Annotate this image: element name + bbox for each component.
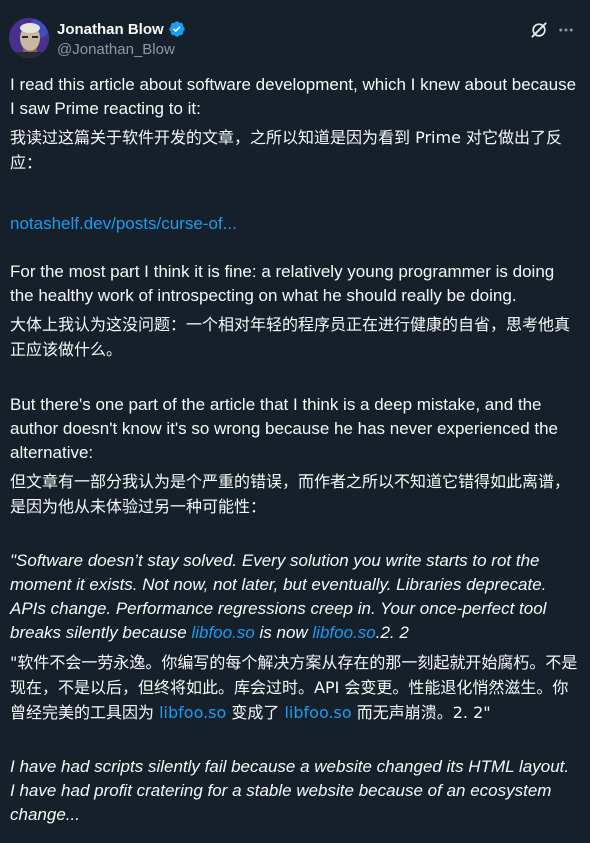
grok-icon[interactable] (529, 20, 549, 40)
quote-text: 变成了 (226, 703, 285, 722)
libfoo-link[interactable]: libfoo.so (191, 623, 254, 642)
post-paragraph-chinese: 我读过这篇关于软件开发的文章，之所以知道是因为看到 Prime 对它做出了反应： (10, 128, 562, 172)
avatar-image (9, 18, 49, 58)
post-paragraph-english: I have had scripts silently fail because… (10, 757, 570, 776)
article-link[interactable]: notashelf.dev/posts/curse-of... (10, 214, 237, 233)
article-link-row: notashelf.dev/posts/curse-of... (10, 212, 582, 236)
author-name-row: Jonathan Blow (57, 20, 186, 38)
post-paragraph-chinese: 大体上我认为这没问题：一个相对年轻的程序员正在进行健康的自省，思考他真正应该做什… (10, 315, 571, 359)
more-options-icon[interactable] (557, 20, 575, 40)
quote-text: .2. 2 (375, 623, 409, 642)
post-paragraph-chinese: 但文章有一部分我认为是个严重的错误，而作者之所以不知道它错得如此离谱，是因为他从… (10, 472, 571, 516)
libfoo-link[interactable]: libfoo.so (284, 703, 351, 722)
post-header: Jonathan Blow @Jonathan_Blow (0, 0, 590, 68)
quote-text: 而无声崩溃。2. 2" (351, 703, 491, 722)
post-paragraph-english: I have had profit cratering for a stable… (10, 781, 552, 824)
libfoo-link[interactable]: libfoo.so (159, 703, 226, 722)
quoted-text-english: "Software doesn’t stay solved. Every sol… (10, 549, 582, 645)
verified-badge-icon[interactable] (168, 20, 186, 38)
quote-text: is now (254, 623, 313, 642)
post-body: I read this article about software devel… (10, 73, 582, 827)
quoted-text-chinese: "软件不会一劳永逸。你编写的每个解决方案从存在的那一刻起就开始腐朽。不是现在，不… (10, 650, 582, 725)
post-paragraph-english: But there's one part of the article that… (10, 395, 559, 462)
post-paragraph-english: For the most part I think it is fine: a … (10, 262, 555, 305)
author-name[interactable]: Jonathan Blow (57, 21, 164, 38)
author-handle[interactable]: @Jonathan_Blow (57, 41, 175, 58)
avatar[interactable] (9, 18, 49, 58)
post-paragraph-english: I read this article about software devel… (10, 75, 577, 118)
libfoo-link[interactable]: libfoo.so (312, 623, 375, 642)
